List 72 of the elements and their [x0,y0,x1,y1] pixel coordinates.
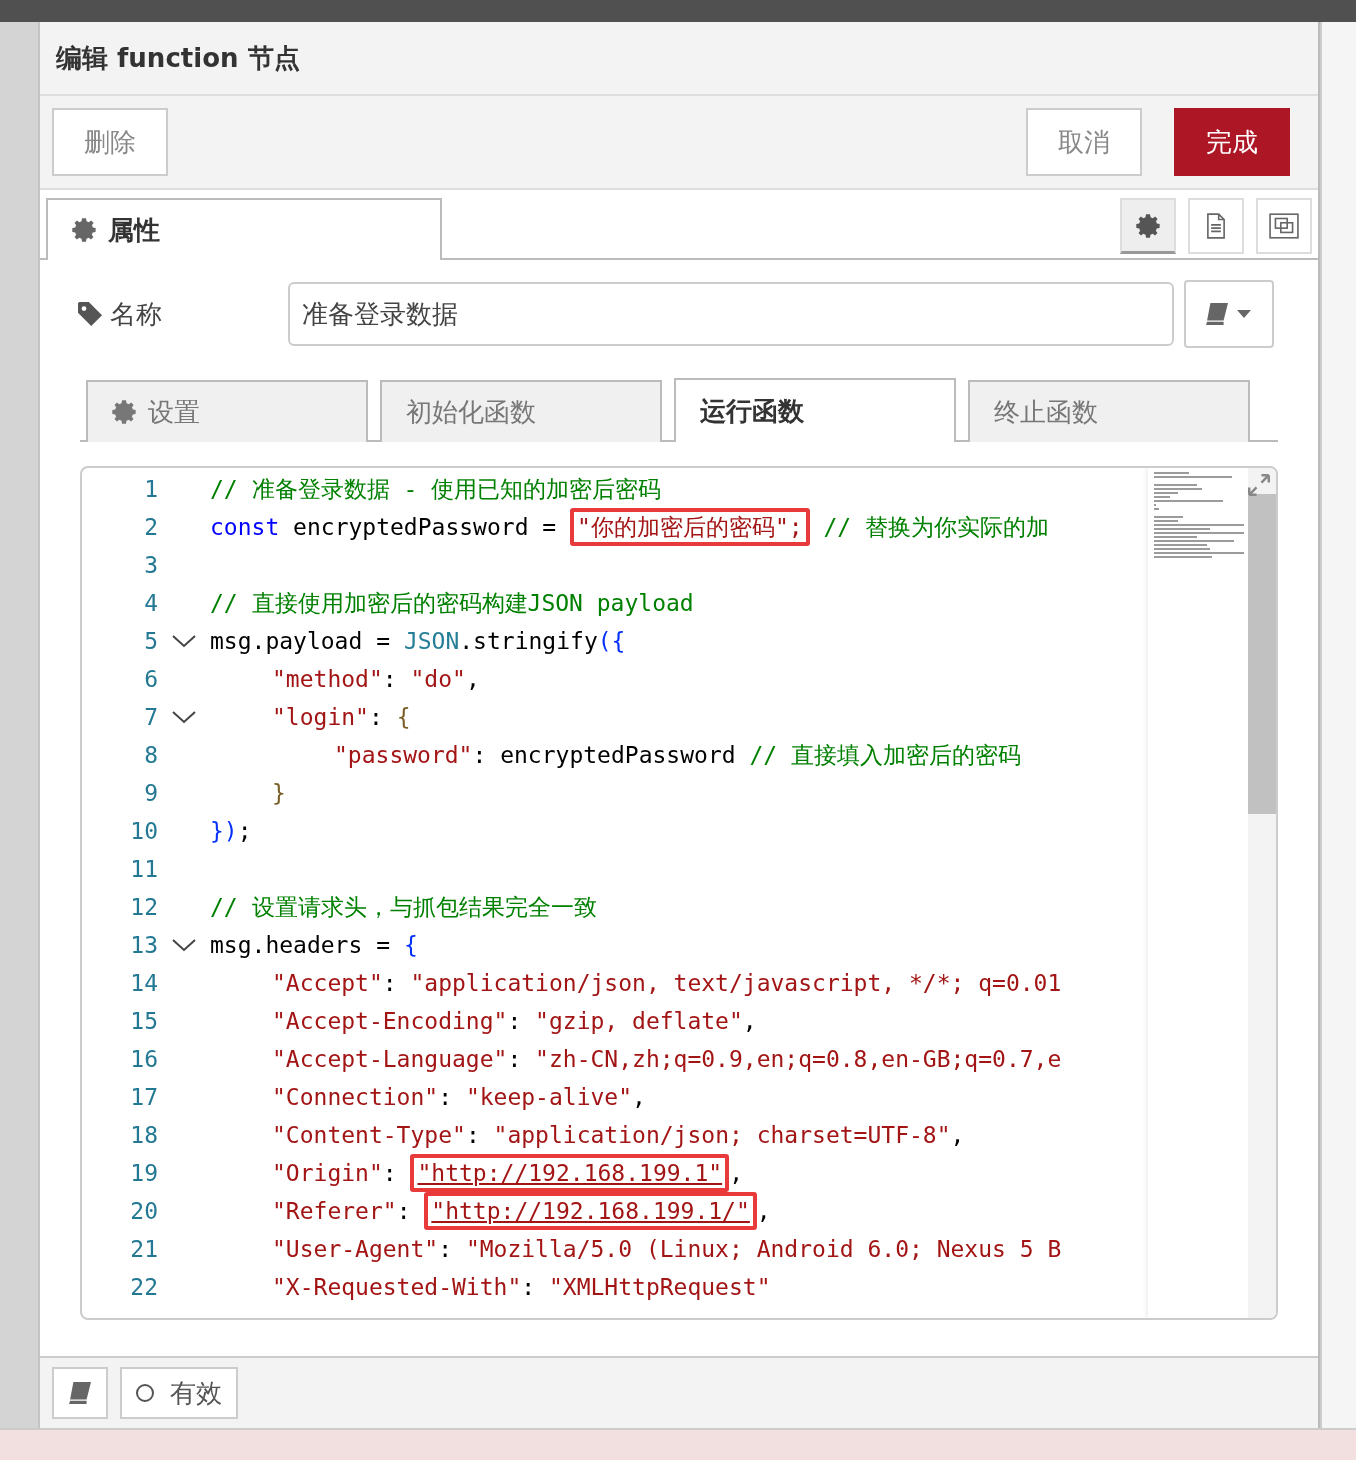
line-number: 21 [129,1236,158,1262]
frame-button[interactable] [1256,198,1312,254]
code-line: "User-Agent": "Mozilla/5.0 (Linux; Android 6.0; Nexus 5 B [272,1235,1062,1264]
expand-icon[interactable] [1248,474,1270,496]
code-line: msg.headers = { [210,931,418,960]
line-number: 15 [129,1008,158,1034]
name-input[interactable]: 准备登录数据 [288,282,1174,346]
line-number: 2 [143,514,158,540]
code-line: "X-Requested-With": "XMLHttpRequest" [272,1273,771,1302]
gear-icon [72,217,96,243]
settings-button[interactable] [1120,198,1176,254]
line-number: 18 [129,1122,158,1148]
frame-icon [1269,213,1299,239]
code-line: "password": encryptedPassword // 直接填入加密后的密码 [334,741,1021,770]
fold-chevron-icon[interactable] [171,938,197,952]
code-line: "Accept-Language": "zh-CN,zh;q=0.9,en;q=0.8,en-GB;q=0.7,e [272,1045,1062,1074]
code-line: "Accept-Encoding": "gzip, deflate", [272,1007,757,1036]
code-line: msg.payload = JSON.stringify({ [210,627,626,656]
line-number: 14 [129,970,158,996]
code-line: "Accept": "application/json, text/javascript, */*; q=0.01 [272,969,1062,998]
dialog-title: 编辑 function 节点 [56,41,300,75]
book-icon [1206,303,1228,325]
fold-chevron-icon[interactable] [171,710,197,724]
book-icon [68,1382,92,1404]
line-number: 19 [129,1160,158,1186]
line-number: 5 [143,628,158,654]
line-number: 1 [143,476,158,502]
delete-button[interactable]: 删除 [52,108,168,176]
editor-tab[interactable]: 初始化函数 [380,380,662,442]
document-icon [1206,213,1226,239]
cancel-button[interactable]: 取消 [1026,108,1142,176]
line-number: 11 [129,856,158,882]
code-line: const encryptedPassword = "你的加密后的密码"; // 替换为你实际的加 [210,508,1049,546]
library-button[interactable] [52,1367,108,1419]
enabled-toggle[interactable]: 有效 [120,1367,238,1419]
code-line: "login": { [272,703,411,732]
caret-icon [1236,309,1252,319]
properties-tab[interactable]: 属性 [46,198,442,260]
library-dropdown[interactable] [1184,280,1274,348]
line-number: 22 [129,1274,158,1300]
document-button[interactable] [1188,198,1244,254]
fold-chevron-icon[interactable] [171,634,197,648]
code-line: } [272,779,286,808]
line-number: 17 [129,1084,158,1110]
line-number: 3 [143,552,158,578]
line-number: 20 [129,1198,158,1224]
line-number: 16 [129,1046,158,1072]
editor-tab[interactable]: 终止函数 [968,380,1250,442]
scrollbar-thumb[interactable] [1248,494,1276,814]
line-number: 9 [143,780,158,806]
code-line: // 准备登录数据 - 使用已知的加密后密码 [210,475,662,504]
name-label: 名称 [110,297,162,331]
code-line: "method": "do", [272,665,480,694]
tag-icon [78,302,102,326]
gear-icon [1136,212,1160,239]
line-number: 10 [129,818,158,844]
code-line: }); [210,817,252,846]
editor-tab[interactable]: 运行函数 [674,378,956,442]
code-line: "Content-Type": "application/json; charset=UTF-8", [272,1121,965,1150]
line-number: 8 [143,742,158,768]
code-editor[interactable] [80,466,1278,1320]
line-number: 6 [143,666,158,692]
line-number: 13 [129,932,158,958]
code-line: "Connection": "keep-alive", [272,1083,646,1112]
line-number: 7 [143,704,158,730]
code-line: // 直接使用加密后的密码构建JSON payload [210,589,694,618]
code-line: // 设置请求头，与抓包结果完全一致 [210,893,597,922]
done-button[interactable]: 完成 [1174,108,1290,176]
gear-icon [112,399,136,425]
editor-tab[interactable]: 设置 [86,380,368,442]
line-number: 4 [143,590,158,616]
line-number: 12 [129,894,158,920]
